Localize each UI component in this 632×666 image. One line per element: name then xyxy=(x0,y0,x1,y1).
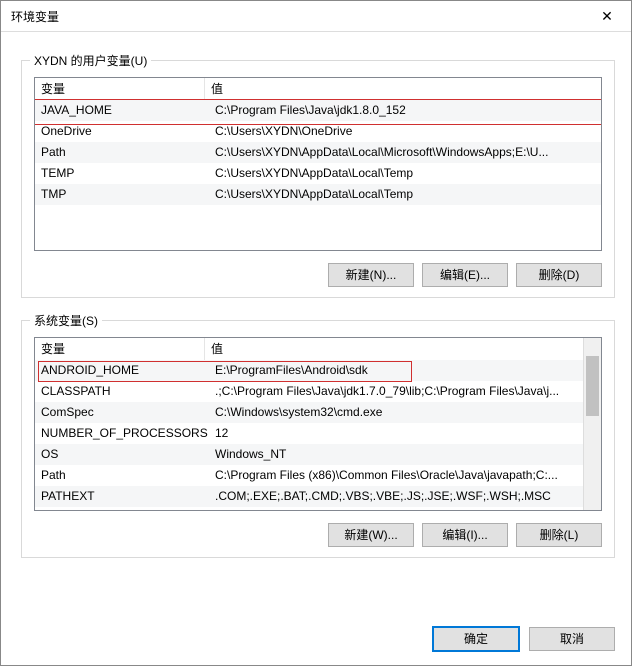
edit-button[interactable]: 编辑(I)... xyxy=(422,523,508,547)
user-vars-group: XYDN 的用户变量(U) 变量 值 JAVA_HOME C:\Program … xyxy=(21,60,615,298)
content-area: XYDN 的用户变量(U) 变量 值 JAVA_HOME C:\Program … xyxy=(1,32,631,615)
cell-val: Windows_NT xyxy=(211,444,584,465)
cell-var: Path xyxy=(35,465,211,486)
edit-button[interactable]: 编辑(E)... xyxy=(422,263,508,287)
table-row[interactable]: ANDROID_HOME E:\ProgramFiles\Android\sdk xyxy=(35,360,584,381)
col-header-value[interactable]: 值 xyxy=(205,338,601,360)
col-header-value[interactable]: 值 xyxy=(205,78,601,100)
cell-val: C:\Users\XYDN\AppData\Local\Microsoft\Wi… xyxy=(211,142,601,163)
cell-val: E:\ProgramFiles\Android\sdk xyxy=(211,360,584,381)
cell-var: ComSpec xyxy=(35,402,211,423)
cell-val: C:\Windows\system32\cmd.exe xyxy=(211,402,584,423)
cell-val: C:\Users\XYDN\OneDrive xyxy=(211,121,601,142)
user-vars-list[interactable]: 变量 值 JAVA_HOME C:\Program Files\Java\jdk… xyxy=(34,77,602,251)
table-row[interactable]: Path C:\Users\XYDN\AppData\Local\Microso… xyxy=(35,142,601,163)
col-header-variable[interactable]: 变量 xyxy=(35,338,205,360)
cell-var: ANDROID_HOME xyxy=(35,360,211,381)
cell-var: OneDrive xyxy=(35,121,211,142)
cell-val: C:\Program Files\Java\jdk1.8.0_152 xyxy=(211,100,601,121)
system-vars-list[interactable]: 变量 值 ANDROID_HOME E:\ProgramFiles\Androi… xyxy=(34,337,602,511)
system-rows: ANDROID_HOME E:\ProgramFiles\Android\sdk… xyxy=(35,360,584,507)
table-row[interactable]: OS Windows_NT xyxy=(35,444,584,465)
cell-val: .;C:\Program Files\Java\jdk1.7.0_79\lib;… xyxy=(211,381,584,402)
cell-val: C:\Program Files (x86)\Common Files\Orac… xyxy=(211,465,584,486)
new-button[interactable]: 新建(W)... xyxy=(328,523,414,547)
user-vars-header: 变量 值 xyxy=(35,78,601,101)
cell-val: 12 xyxy=(211,423,584,444)
user-vars-legend: XYDN 的用户变量(U) xyxy=(30,52,151,69)
titlebar: 环境变量 ✕ xyxy=(1,1,631,32)
table-row[interactable]: Path C:\Program Files (x86)\Common Files… xyxy=(35,465,584,486)
table-row[interactable]: PATHEXT .COM;.EXE;.BAT;.CMD;.VBS;.VBE;.J… xyxy=(35,486,584,507)
system-vars-buttons: 新建(W)... 编辑(I)... 删除(L) xyxy=(34,523,602,547)
dialog-footer: 确定 取消 xyxy=(1,615,631,665)
cell-var: TMP xyxy=(35,184,211,205)
cancel-button[interactable]: 取消 xyxy=(529,627,615,651)
cell-var: TEMP xyxy=(35,163,211,184)
cell-var: JAVA_HOME xyxy=(35,100,211,121)
scrollbar[interactable] xyxy=(583,338,601,510)
close-icon[interactable]: ✕ xyxy=(587,2,627,30)
table-row[interactable]: TMP C:\Users\XYDN\AppData\Local\Temp xyxy=(35,184,601,205)
cell-val: C:\Users\XYDN\AppData\Local\Temp xyxy=(211,184,601,205)
col-header-variable[interactable]: 变量 xyxy=(35,78,205,100)
scrollbar-thumb[interactable] xyxy=(586,356,599,416)
cell-var: PATHEXT xyxy=(35,486,211,507)
table-row[interactable]: TEMP C:\Users\XYDN\AppData\Local\Temp xyxy=(35,163,601,184)
cell-val: C:\Users\XYDN\AppData\Local\Temp xyxy=(211,163,601,184)
window-title: 环境变量 xyxy=(11,8,587,25)
env-vars-dialog: 环境变量 ✕ XYDN 的用户变量(U) 变量 值 JAVA_HOME C:\P… xyxy=(0,0,632,666)
cell-var: CLASSPATH xyxy=(35,381,211,402)
cell-var: Path xyxy=(35,142,211,163)
table-row[interactable]: NUMBER_OF_PROCESSORS 12 xyxy=(35,423,584,444)
table-row[interactable]: ComSpec C:\Windows\system32\cmd.exe xyxy=(35,402,584,423)
table-row[interactable]: JAVA_HOME C:\Program Files\Java\jdk1.8.0… xyxy=(35,100,601,121)
table-row[interactable]: CLASSPATH .;C:\Program Files\Java\jdk1.7… xyxy=(35,381,584,402)
user-vars-buttons: 新建(N)... 编辑(E)... 删除(D) xyxy=(34,263,602,287)
cell-var: OS xyxy=(35,444,211,465)
delete-button[interactable]: 删除(D) xyxy=(516,263,602,287)
system-vars-header: 变量 值 xyxy=(35,338,601,361)
system-vars-legend: 系统变量(S) xyxy=(30,312,102,329)
system-vars-group: 系统变量(S) 变量 值 ANDROID_HOME E:\ProgramFile… xyxy=(21,320,615,558)
ok-button[interactable]: 确定 xyxy=(433,627,519,651)
cell-var: NUMBER_OF_PROCESSORS xyxy=(35,423,211,444)
cell-val: .COM;.EXE;.BAT;.CMD;.VBS;.VBE;.JS;.JSE;.… xyxy=(211,486,584,507)
new-button[interactable]: 新建(N)... xyxy=(328,263,414,287)
user-rows: JAVA_HOME C:\Program Files\Java\jdk1.8.0… xyxy=(35,100,601,205)
delete-button[interactable]: 删除(L) xyxy=(516,523,602,547)
table-row[interactable]: OneDrive C:\Users\XYDN\OneDrive xyxy=(35,121,601,142)
